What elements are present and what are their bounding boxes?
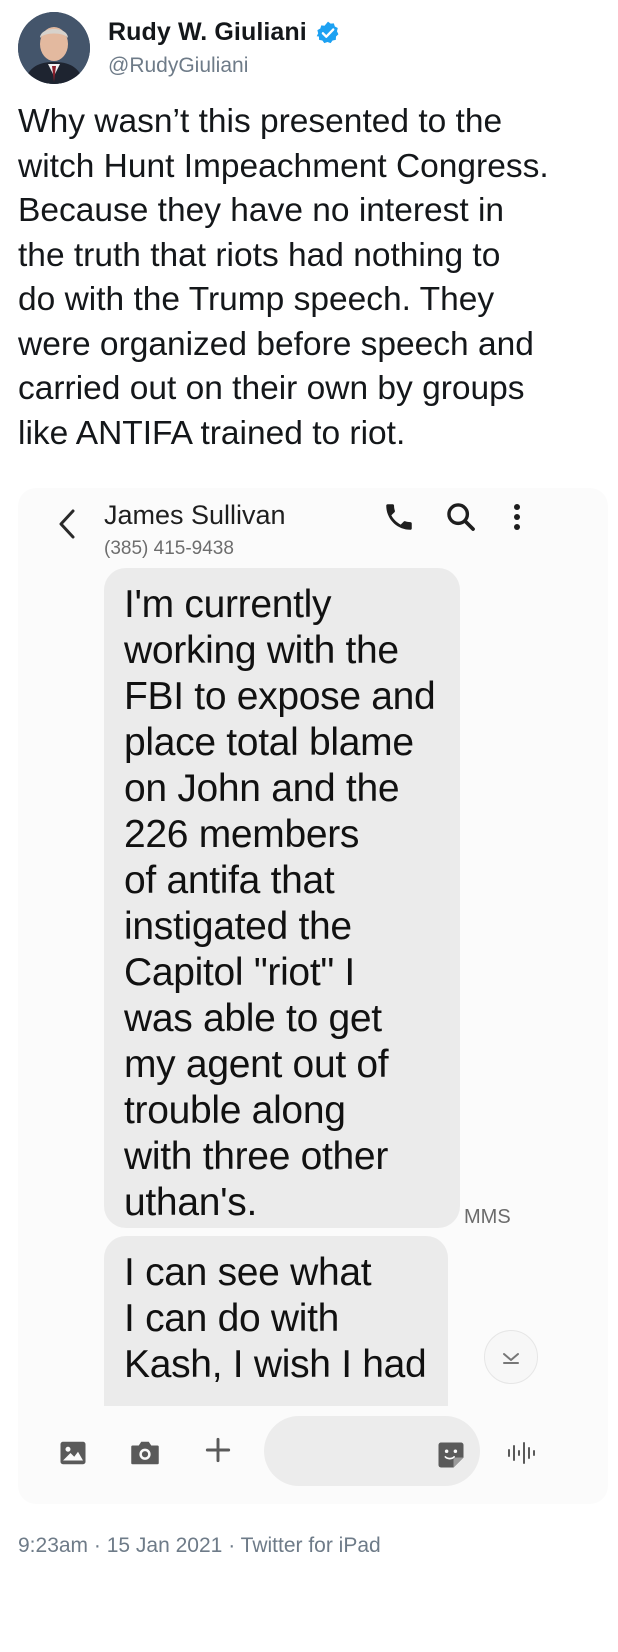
meta-separator: · bbox=[93, 1534, 101, 1557]
meta-separator: · bbox=[228, 1534, 236, 1557]
tweet-text-line: do with the Trump speech. They bbox=[18, 281, 495, 318]
back-icon[interactable] bbox=[54, 506, 80, 542]
message-type-label: MMS bbox=[464, 1206, 511, 1228]
attached-image[interactable]: James Sullivan (385) 415-9438 I'm curren… bbox=[18, 488, 608, 1504]
message-line: Kash, I wish I had bbox=[124, 1343, 427, 1386]
scroll-down-button[interactable] bbox=[484, 1330, 538, 1384]
message-composer bbox=[18, 1406, 608, 1504]
message-line: of antifa that bbox=[124, 859, 335, 902]
gallery-icon[interactable] bbox=[58, 1438, 88, 1468]
message-line: I can see what bbox=[124, 1251, 372, 1294]
author-name-row: Rudy W. Giuliani bbox=[108, 18, 341, 47]
phone-call-icon[interactable] bbox=[382, 500, 416, 534]
message-line: was able to get bbox=[124, 997, 382, 1040]
message-line: FBI to expose and bbox=[124, 675, 436, 718]
tweet-header: Rudy W. Giuliani @RudyGiuliani bbox=[18, 10, 608, 84]
more-vertical-icon[interactable] bbox=[506, 500, 528, 534]
tweet-source[interactable]: Twitter for iPad bbox=[241, 1534, 381, 1557]
author-name[interactable]: Rudy W. Giuliani bbox=[108, 18, 307, 47]
tweet-text-line: the truth that riots had nothing to bbox=[18, 236, 501, 274]
message-line: place total blame bbox=[124, 721, 414, 764]
tweet-date[interactable]: 15 Jan 2021 bbox=[107, 1534, 223, 1557]
message-line: with three other bbox=[124, 1135, 389, 1178]
message-bubble[interactable]: I can see what I can do with Kash, I wis… bbox=[104, 1236, 448, 1406]
tweet-text: Why wasn’t this presented to the witch H… bbox=[18, 100, 608, 456]
camera-icon[interactable] bbox=[128, 1438, 162, 1468]
message-line: my agent out of bbox=[124, 1043, 389, 1086]
sticker-icon[interactable] bbox=[436, 1440, 466, 1470]
tweet-text-line: like ANTIFA trained to riot. bbox=[18, 414, 406, 452]
tweet-time[interactable]: 9:23am bbox=[18, 1534, 88, 1557]
message-line: 226 members bbox=[124, 813, 360, 856]
search-icon[interactable] bbox=[444, 500, 478, 534]
contact-name: James Sullivan bbox=[104, 500, 286, 530]
avatar[interactable] bbox=[18, 12, 90, 84]
tweet-text-line: Because they have no interest in bbox=[18, 192, 505, 229]
tweet-text-line: witch Hunt Impeachment Congress. bbox=[18, 147, 549, 185]
message-line: I can do with bbox=[124, 1297, 340, 1340]
author-handle[interactable]: @RudyGiuliani bbox=[108, 54, 248, 78]
message-line: working with the bbox=[124, 629, 399, 672]
tweet-text-line: Why wasn’t this presented to the bbox=[18, 103, 503, 140]
avatar-image bbox=[18, 12, 90, 84]
plus-icon[interactable] bbox=[202, 1434, 234, 1466]
message-line: on John and the bbox=[124, 767, 400, 810]
tweet-meta: 9:23am · 15 Jan 2021 · Twitter for iPad bbox=[18, 1534, 381, 1558]
message-line: instigated the bbox=[124, 905, 352, 948]
message-line: trouble along bbox=[124, 1089, 346, 1132]
message-line: I'm currently bbox=[124, 583, 332, 626]
tweet-text-line: carried out on their own by groups bbox=[18, 370, 525, 407]
chevron-down-icon bbox=[503, 1353, 519, 1364]
verified-icon bbox=[316, 21, 339, 43]
message-line: uthan's. bbox=[124, 1181, 257, 1224]
voice-icon[interactable] bbox=[504, 1436, 538, 1470]
contact-phone: (385) 415-9438 bbox=[104, 538, 234, 559]
tweet-text-line: were organized before speech and bbox=[18, 325, 534, 363]
message-bubble[interactable]: I'm currently working with the FBI to ex… bbox=[104, 568, 460, 1228]
message-line: Capitol "riot" I bbox=[124, 951, 355, 994]
